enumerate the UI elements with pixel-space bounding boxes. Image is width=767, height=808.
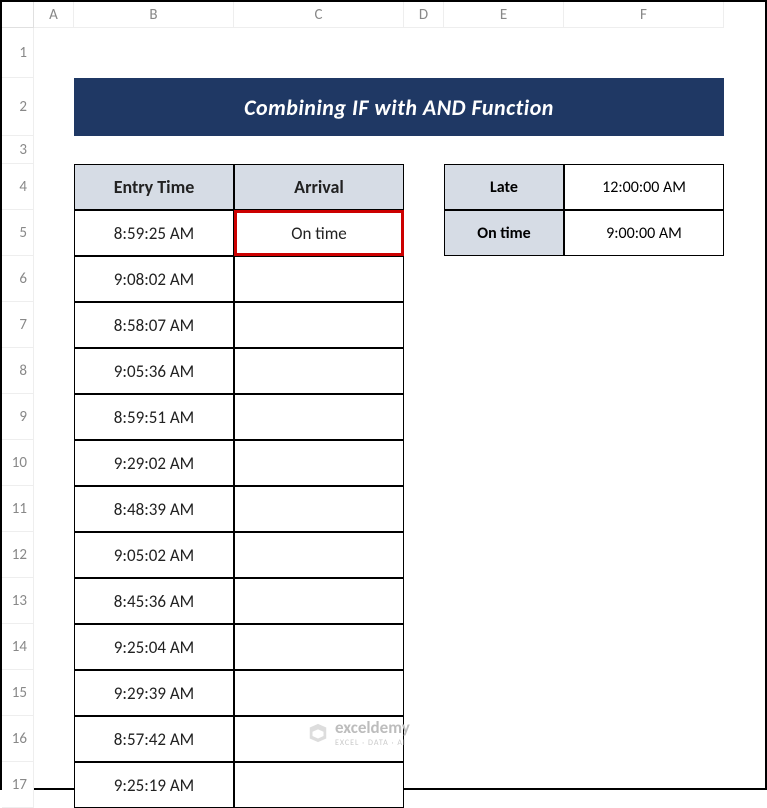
col-header-A[interactable]: A <box>34 2 74 28</box>
col-header-F[interactable]: F <box>564 2 724 28</box>
side-label-ontime[interactable]: On time <box>444 210 564 256</box>
cell-entry[interactable]: 8:45:36 AM <box>74 578 234 624</box>
cell-arrival[interactable] <box>234 440 404 486</box>
row-header-11[interactable]: 11 <box>2 486 34 532</box>
row-header-8[interactable]: 8 <box>2 348 34 394</box>
cell-arrival[interactable] <box>234 302 404 348</box>
side-label-late[interactable]: Late <box>444 164 564 210</box>
side-value-ontime[interactable]: 9:00:00 AM <box>564 210 724 256</box>
cell-entry[interactable]: 9:05:36 AM <box>74 348 234 394</box>
cell-entry[interactable]: 8:59:25 AM <box>74 210 234 256</box>
page-title: Combining IF with AND Function <box>74 78 724 136</box>
table-header-arrival[interactable]: Arrival <box>234 164 404 210</box>
row-header-4[interactable]: 4 <box>2 164 34 210</box>
row-header-13[interactable]: 13 <box>2 578 34 624</box>
cell-entry[interactable]: 8:57:42 AM <box>74 716 234 762</box>
cell-arrival[interactable] <box>234 348 404 394</box>
cell-arrival[interactable] <box>234 762 404 808</box>
row-header-14[interactable]: 14 <box>2 624 34 670</box>
cell-arrival[interactable] <box>234 256 404 302</box>
row-header-7[interactable]: 7 <box>2 302 34 348</box>
cell-entry[interactable]: 9:08:02 AM <box>74 256 234 302</box>
row-header-15[interactable]: 15 <box>2 670 34 716</box>
cell-entry[interactable]: 8:48:39 AM <box>74 486 234 532</box>
cell-arrival[interactable] <box>234 486 404 532</box>
row-header-5[interactable]: 5 <box>2 210 34 256</box>
cell-entry[interactable]: 9:25:04 AM <box>74 624 234 670</box>
row-header-10[interactable]: 10 <box>2 440 34 486</box>
table-header-entry[interactable]: Entry Time <box>74 164 234 210</box>
cell-arrival[interactable] <box>234 716 404 762</box>
spreadsheet-grid: A B C D E F 1 2 3 4 5 6 7 8 9 10 11 12 1… <box>2 2 765 808</box>
cell-arrival[interactable] <box>234 624 404 670</box>
col-header-B[interactable]: B <box>74 2 234 28</box>
col-header-E[interactable]: E <box>444 2 564 28</box>
col-header-D[interactable]: D <box>404 2 444 28</box>
row-header-9[interactable]: 9 <box>2 394 34 440</box>
row-header-6[interactable]: 6 <box>2 256 34 302</box>
row-header-16[interactable]: 16 <box>2 716 34 762</box>
cell-entry[interactable]: 9:29:39 AM <box>74 670 234 716</box>
cell-arrival[interactable] <box>234 532 404 578</box>
cell-entry[interactable]: 9:29:02 AM <box>74 440 234 486</box>
cell-entry[interactable]: 8:58:07 AM <box>74 302 234 348</box>
col-header-C[interactable]: C <box>234 2 404 28</box>
row-header-17[interactable]: 17 <box>2 762 34 808</box>
cell-entry[interactable]: 9:05:02 AM <box>74 532 234 578</box>
cell-entry[interactable]: 9:25:19 AM <box>74 762 234 808</box>
cell-arrival[interactable] <box>234 670 404 716</box>
cell-arrival[interactable] <box>234 394 404 440</box>
row-header-3[interactable]: 3 <box>2 136 34 164</box>
row-header-1[interactable]: 1 <box>2 28 34 78</box>
cell-arrival[interactable] <box>234 578 404 624</box>
cell-entry[interactable]: 8:59:51 AM <box>74 394 234 440</box>
side-value-late[interactable]: 12:00:00 AM <box>564 164 724 210</box>
row-header-12[interactable]: 12 <box>2 532 34 578</box>
cell-arrival-selected[interactable]: On time <box>234 210 404 256</box>
row-header-2[interactable]: 2 <box>2 78 34 136</box>
corner-cell[interactable] <box>2 2 34 28</box>
